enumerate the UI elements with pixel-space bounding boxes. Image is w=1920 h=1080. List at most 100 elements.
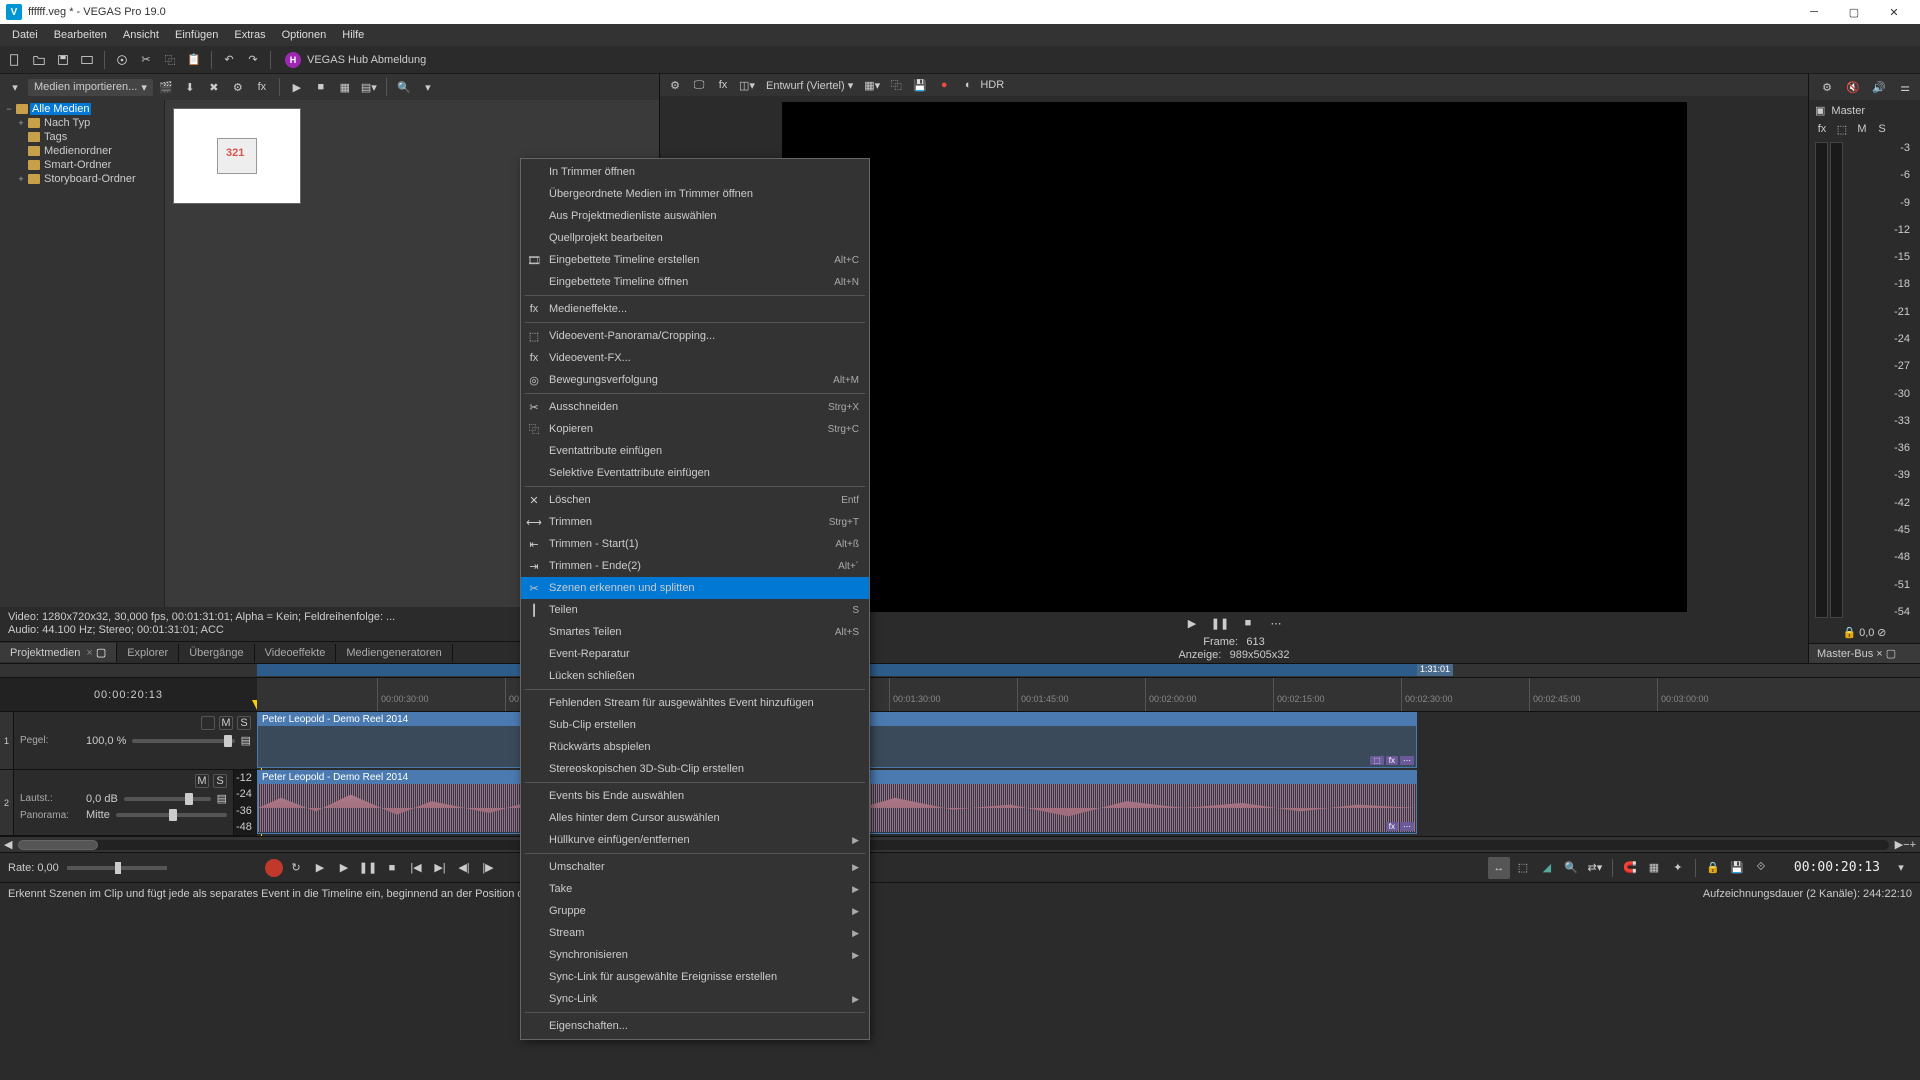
redo-button[interactable]: ↷: [242, 49, 264, 71]
quantize-button[interactable]: ▦: [1643, 857, 1665, 879]
stop-button[interactable]: ■: [381, 857, 403, 879]
ctx-open-parent-trimmer[interactable]: Übergeordnete Medien im Trimmer öffnen: [521, 183, 869, 205]
ctx-reverse[interactable]: Rückwärts abspielen: [521, 736, 869, 758]
import-media-button[interactable]: Medien importieren... ▾: [28, 79, 153, 96]
audio-more-icon[interactable]: ⋯: [1400, 822, 1414, 831]
tab-transitions[interactable]: Übergänge: [179, 644, 254, 662]
close-button[interactable]: ✕: [1874, 0, 1914, 24]
views-button[interactable]: ▤▾: [358, 76, 380, 98]
copy-snapshot-button[interactable]: ⿻: [885, 74, 907, 96]
timeline-loop-ruler[interactable]: 1:31:01: [0, 664, 1920, 678]
ctx-stereo3d[interactable]: Stereoskopischen 3D-Sub-Clip erstellen: [521, 758, 869, 780]
snap-button[interactable]: 🧲: [1619, 857, 1641, 879]
capture-button[interactable]: 🎬: [155, 76, 177, 98]
reset-icon[interactable]: ⊘: [1877, 627, 1886, 639]
tree-all-media[interactable]: −Alle Medien: [2, 102, 162, 116]
track2-solo-button[interactable]: S: [213, 774, 227, 788]
split-screen-button[interactable]: ◫▾: [736, 74, 758, 96]
autosave-button[interactable]: 💾: [1726, 857, 1748, 879]
pause-button[interactable]: ❚❚: [357, 857, 379, 879]
ctx-copy[interactable]: ⿻KopierenStrg+C: [521, 418, 869, 440]
maximize-button[interactable]: ▢: [1834, 0, 1874, 24]
cut-button[interactable]: ✂: [135, 49, 157, 71]
media-fx-button[interactable]: fx: [251, 76, 273, 98]
ctx-split[interactable]: ┃TeilenS: [521, 599, 869, 621]
save-button[interactable]: [52, 49, 74, 71]
menu-tools[interactable]: Extras: [226, 26, 273, 44]
new-project-button[interactable]: [4, 49, 26, 71]
preview-device-button[interactable]: 🖵: [688, 74, 710, 96]
tree-smart-folder[interactable]: Smart-Ordner: [2, 158, 162, 172]
selection-tool[interactable]: ⬚: [1512, 857, 1534, 879]
preview-pause-button[interactable]: ❚❚: [1209, 612, 1231, 634]
audio-fx-icon[interactable]: fx: [1386, 822, 1398, 831]
ctx-stream[interactable]: Stream▶: [521, 922, 869, 944]
timeline-ruler[interactable]: 00:00:30:00 00:00:45:00 00:01:00:00 00:0…: [257, 678, 1920, 711]
remove-media-button[interactable]: ✖: [203, 76, 225, 98]
ctx-close-gaps[interactable]: Lücken schließen: [521, 665, 869, 687]
cursor-timecode[interactable]: 00:00:20:13: [1786, 860, 1888, 875]
media-dropdown-icon[interactable]: ▾: [4, 76, 26, 98]
ctx-switches[interactable]: Umschalter▶: [521, 856, 869, 878]
track1-mute-button[interactable]: M: [219, 716, 233, 730]
ctx-synclink[interactable]: Sync-Link▶: [521, 988, 869, 1010]
ctx-motion-track[interactable]: ◎BewegungsverfolgungAlt+M: [521, 369, 869, 391]
ctx-group[interactable]: Gruppe▶: [521, 900, 869, 922]
scroll-left-icon[interactable]: ◀: [4, 838, 12, 851]
ctx-event-repair[interactable]: Event-Reparatur: [521, 643, 869, 665]
ctx-pan-crop[interactable]: ⬚Videoevent-Panorama/Cropping...: [521, 325, 869, 347]
ctx-trim[interactable]: ⟷TrimmenStrg+T: [521, 511, 869, 533]
ctx-open-trimmer[interactable]: In Trimmer öffnen: [521, 161, 869, 183]
normal-edit-tool[interactable]: ↔: [1488, 857, 1510, 879]
scroll-right-icon[interactable]: ▶: [1895, 838, 1903, 851]
timeline-clips-area[interactable]: Peter Leopold - Demo Reel 2014 ⬚fx⋯ Pete…: [257, 712, 1920, 836]
loop-play-button[interactable]: ↻: [285, 857, 307, 879]
color-grading-button[interactable]: ◐: [957, 74, 979, 96]
hub-signout[interactable]: H VEGAS Hub Abmeldung: [285, 52, 426, 68]
ctx-select-after-cursor[interactable]: Alles hinter dem Cursor auswählen: [521, 807, 869, 829]
play-start-button[interactable]: ▶: [309, 857, 331, 879]
preview-quality-dropdown[interactable]: Entwurf (Viertel) ▾: [760, 77, 859, 94]
vegas-stream-button[interactable]: ●: [933, 74, 955, 96]
ctx-sync[interactable]: Synchronisieren▶: [521, 944, 869, 966]
ctx-envelope[interactable]: Hüllkurve einfügen/entfernen▶: [521, 829, 869, 851]
media-stop-button[interactable]: ■: [310, 76, 332, 98]
auto-ripple-button[interactable]: ✦: [1667, 857, 1689, 879]
get-media-button[interactable]: ⬇: [179, 76, 201, 98]
ctx-properties[interactable]: Eigenschaften...: [521, 1015, 869, 1037]
media-props-button[interactable]: ⚙: [227, 76, 249, 98]
ctx-edit-source[interactable]: Quellprojekt bearbeiten: [521, 227, 869, 249]
master-fx-button[interactable]: fx: [1815, 123, 1829, 136]
ctx-video-fx[interactable]: fxVideoevent-FX...: [521, 347, 869, 369]
record-button[interactable]: [265, 859, 283, 877]
zoom-tool[interactable]: 🔍: [1560, 857, 1582, 879]
go-start-button[interactable]: |◀: [405, 857, 427, 879]
overlays-button[interactable]: ▦▾: [861, 74, 883, 96]
go-end-button[interactable]: ▶|: [429, 857, 451, 879]
media-thumbnail[interactable]: [173, 108, 301, 204]
timecode-display[interactable]: 00:00:20:13: [0, 678, 257, 711]
paste-button[interactable]: 📋: [183, 49, 205, 71]
preview-fx-button[interactable]: fx: [712, 74, 734, 96]
tree-by-type[interactable]: +Nach Typ: [2, 116, 162, 130]
dim-output-button[interactable]: 🔇: [1842, 76, 1864, 98]
play-button[interactable]: ▶: [333, 857, 355, 879]
preview-stop-button[interactable]: ■: [1237, 612, 1259, 634]
track2-mute-button[interactable]: M: [195, 774, 209, 788]
ctx-media-fx[interactable]: fxMedieneffekte...: [521, 298, 869, 320]
envelope-tool[interactable]: ◢: [1536, 857, 1558, 879]
ctx-take[interactable]: Take▶: [521, 878, 869, 900]
clip-fx-icon[interactable]: fx: [1386, 756, 1398, 765]
ctx-paste-attr[interactable]: Eventattribute einfügen: [521, 440, 869, 462]
ctx-subclip[interactable]: Sub-Clip erstellen: [521, 714, 869, 736]
rate-slider[interactable]: [67, 866, 167, 870]
ctx-trim-start[interactable]: ⇤Trimmen - Start(1)Alt+ß: [521, 533, 869, 555]
master-solo-button[interactable]: S: [1875, 123, 1889, 136]
ctx-smart-split[interactable]: Smartes TeilenAlt+S: [521, 621, 869, 643]
preview-screen[interactable]: [782, 102, 1687, 612]
timeline-scrollbar[interactable]: ◀ ▶ − +: [0, 836, 1920, 852]
copy-button[interactable]: ⿻: [159, 49, 181, 71]
track1-solo-button[interactable]: S: [237, 716, 251, 730]
track-header-video[interactable]: 1 MS Pegel:100,0 %▤: [0, 712, 257, 770]
menu-file[interactable]: Datei: [4, 26, 46, 44]
